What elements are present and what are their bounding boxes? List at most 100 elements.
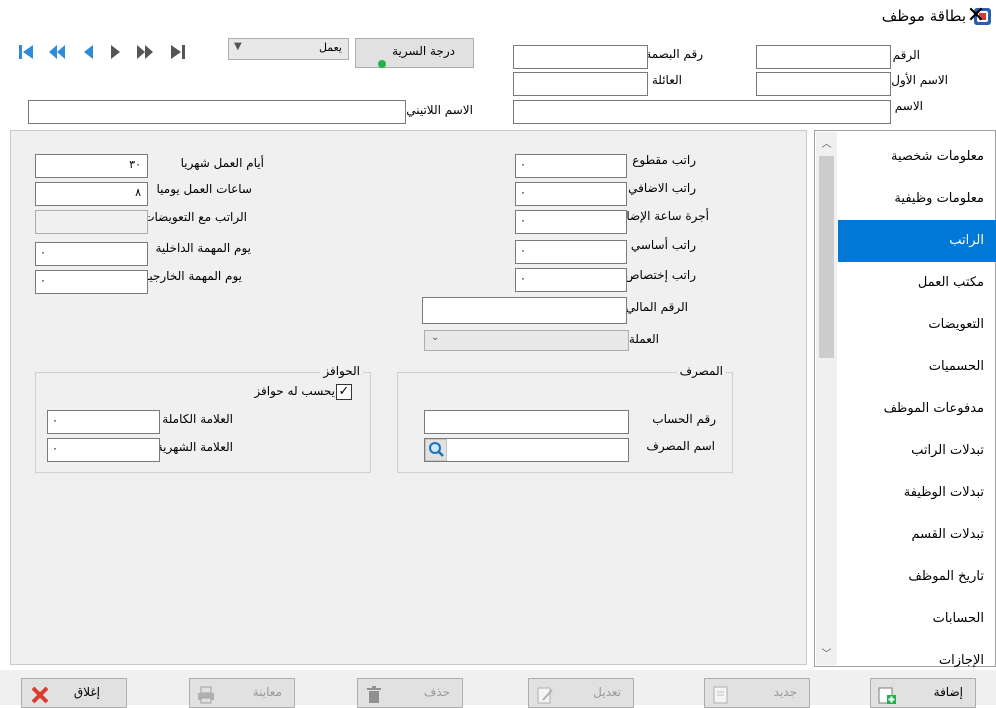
new-document-icon [713,686,728,704]
account-number-field[interactable] [424,410,629,434]
scroll-up-icon[interactable]: ︿ [819,137,834,152]
piecework-salary-field[interactable]: ٠ [515,154,627,178]
sidebar-item[interactable]: مكتب العمل [838,262,996,304]
close-x-icon [31,686,49,704]
number-field[interactable] [756,45,891,69]
work-hours-daily-field[interactable]: ٨ [35,182,148,206]
overtime-salary-label: راتب الاضافي [628,181,696,195]
basic-salary-label: راتب أساسي [630,238,696,252]
incentives-checkbox-label: يحسب له حوافز [254,384,335,398]
bank-name-label: اسم المصرف [646,439,715,453]
new-button-label: جديد [773,685,797,699]
edit-icon [537,687,553,704]
sidebar-item[interactable]: معلومات شخصية [838,136,996,178]
delete-button[interactable]: حذف [357,678,463,708]
close-button[interactable]: إغلاق [21,678,127,708]
full-mark-field[interactable]: ٠ [47,410,160,434]
edit-button-label: تعديل [593,685,621,699]
overtime-salary-field[interactable]: ٠ [515,182,627,206]
add-button[interactable]: إضافة [870,678,976,708]
window-title: بطاقة موظف [881,7,966,25]
previous-page-icon[interactable] [46,40,66,64]
internal-mission-day-label: يوم المهمة الداخلية [155,241,252,255]
add-icon [878,687,896,704]
piecework-salary-label: راتب مقطوع [632,153,696,167]
name-field[interactable] [513,100,891,124]
work-hours-daily-label: ساعات العمل يوميا [156,182,252,196]
close-icon[interactable]: ✕ [964,4,988,28]
incentives-group-title: الحوافز [320,364,363,378]
sidebar-item[interactable]: معلومات وظيفية [838,178,996,220]
sidebar-scrollbar[interactable]: ︿ ﹀ [816,132,837,665]
chevron-down-icon: ▼ [234,41,242,52]
scroll-thumb[interactable] [819,156,834,358]
salary-with-compensations-field [35,210,148,234]
bank-name-field[interactable] [424,438,629,462]
first-name-field[interactable] [756,72,891,96]
first-record-icon[interactable] [16,40,36,64]
close-button-label: إغلاق [73,685,100,699]
work-hours-daily-value: ٨ [135,186,141,199]
latin-name-label: الاسم اللاتيني [406,103,473,117]
first-name-label: الاسم الأول [891,73,948,87]
trash-icon [367,686,381,703]
bottom-toolbar: إضافة جديد تعديل حذف معاينة إغلاق [0,670,996,708]
currency-select[interactable]: ⌄ [424,330,629,351]
monthly-mark-field[interactable]: ٠ [47,438,160,462]
sidebar-item[interactable]: الحسميات [838,346,996,388]
next-record-icon[interactable] [106,40,126,64]
specialization-salary-field[interactable]: ٠ [515,268,627,292]
sidebar-item[interactable]: مدفوعات الموظف [838,388,996,430]
number-label: الرقم [892,48,920,62]
secrecy-level-button[interactable]: درجة السرية [355,38,474,68]
scroll-down-icon[interactable]: ﹀ [819,647,834,662]
currency-label: العملة [628,332,659,346]
sidebar-item[interactable]: تاريخ الموظف [838,556,996,598]
family-label: العائلة [651,73,682,87]
edit-button[interactable]: تعديل [528,678,634,708]
fingerprint-label: رقم البصمة [645,47,703,61]
sidebar-item[interactable]: الحسابات [838,598,996,640]
next-page-icon[interactable] [136,40,156,64]
work-days-monthly-field[interactable]: ٣٠ [35,154,148,178]
printer-icon [198,686,214,704]
full-mark-label: العلامة الكاملة [162,412,233,426]
latin-name-field[interactable] [28,100,406,124]
incentives-checkbox[interactable]: ✓ [336,384,352,400]
sidebar-item[interactable]: تبدلات الوظيفة [838,472,996,514]
work-days-monthly-label: أيام العمل شهريا [180,156,264,170]
chevron-down-icon: ⌄ [431,332,440,343]
add-button-label: إضافة [933,685,963,699]
account-number-label: رقم الحساب [652,412,716,426]
external-mission-day-field[interactable]: ٠ [35,270,148,294]
specialization-salary-label: راتب إختصاص [624,268,696,282]
search-icon[interactable] [425,439,447,461]
name-label: الاسم [894,99,923,113]
financial-number-field[interactable] [422,297,627,324]
monthly-mark-label: العلامة الشهرية [156,440,233,454]
status-select[interactable]: يعمل ▼ [228,38,349,60]
external-mission-day-label: يوم المهمة الخارجية [142,269,242,283]
title-bar: بطاقة موظف ✕ [0,0,996,33]
work-days-monthly-value: ٣٠ [129,158,141,171]
new-button[interactable]: جديد [704,678,810,708]
delete-button-label: حذف [423,685,450,699]
salary-with-compensations-label: الراتب مع التعويضات [143,210,247,224]
status-value: يعمل [318,41,342,54]
sidebar-item[interactable]: التعويضات [838,304,996,346]
status-indicator-icon [378,60,386,68]
sidebar: ︿ ﹀ معلومات شخصية معلومات وظيفية الراتب مكت… [814,130,996,668]
sidebar-item[interactable]: الراتب [838,220,996,262]
secrecy-level-label: درجة السرية [392,44,455,58]
basic-salary-field[interactable]: ٠ [515,240,627,264]
fingerprint-field[interactable] [513,45,648,69]
preview-button[interactable]: معاينة [189,678,295,708]
overtime-hour-wage-field[interactable]: ٠ [515,210,627,234]
family-field[interactable] [513,72,648,96]
last-record-icon[interactable] [168,40,188,64]
internal-mission-day-field[interactable]: ٠ [35,242,148,266]
bank-group-title: المصرف [676,364,726,378]
sidebar-item[interactable]: تبدلات القسم [838,514,996,556]
sidebar-item[interactable]: تبدلات الراتب [838,430,996,472]
previous-record-icon[interactable] [78,40,98,64]
